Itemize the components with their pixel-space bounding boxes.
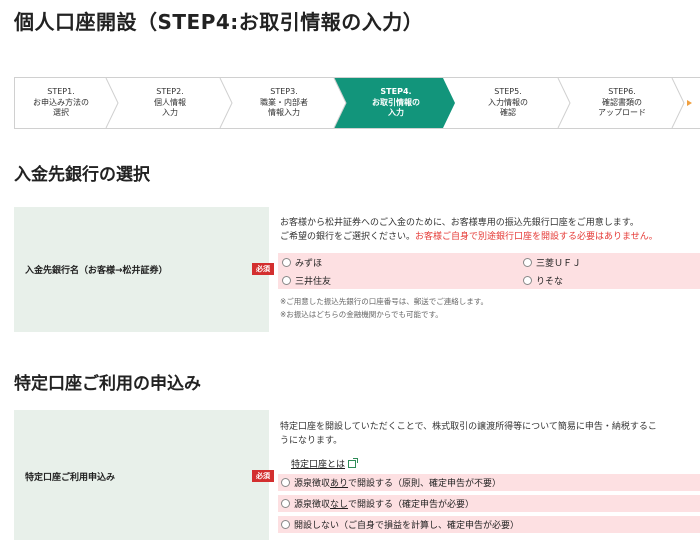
bank-desc-line1: お客様から松井証券へのご入金のために、お客様専用の振込先銀行口座をご用意します。 xyxy=(280,218,639,228)
bank-desc-line2: ご希望の銀行をご選択ください。お客様ご自身で別途銀行口座を開設する必要はありませ… xyxy=(280,230,658,244)
bank-option-label: 三菱ＵＦＪ xyxy=(536,259,582,269)
option-post: 開設しない（ご自身で損益を計算し、確定申告が必要） xyxy=(294,521,520,531)
bank-option-label: みずほ xyxy=(295,259,323,269)
tokutei-desc-line2: うになります。 xyxy=(280,436,343,446)
bank-label-cell: 入金先銀行名（お客様→松井証券） 必須 xyxy=(14,207,274,332)
bank-section-title: 入金先銀行の選択 xyxy=(14,165,150,185)
option-pre: 源泉徴収 xyxy=(294,500,331,510)
bank-description: お客様から松井証券へのご入金のために、お客様専用の振込先銀行口座をご用意します。… xyxy=(280,216,658,244)
tokutei-desc-line1: 特定口座を開設していただくことで、株式取引の譲渡所得等について簡易に申告・納税す… xyxy=(280,422,657,432)
radio-icon[interactable] xyxy=(523,276,532,285)
bank-field-label: 入金先銀行名（お客様→松井証券） xyxy=(25,266,168,276)
step-progress-bar: STEP1. お申込み方法の 選択 STEP2. 個人情報 入力 STEP3. … xyxy=(14,77,700,129)
radio-icon[interactable] xyxy=(282,276,291,285)
external-link-icon xyxy=(348,457,359,468)
step-4-active: STEP4. お取引情報の 入力 xyxy=(372,87,420,118)
tokutei-description: 特定口座を開設していただくことで、株式取引の譲渡所得等について簡易に申告・納税す… xyxy=(280,420,657,448)
page-title: 個人口座開設（STEP4:お取引情報の入力） xyxy=(14,10,424,34)
radio-icon[interactable] xyxy=(282,258,291,267)
tokutei-option-none[interactable]: 開設しない（ご自身で損益を計算し、確定申告が必要） xyxy=(278,516,700,533)
bank-option-resona[interactable]: りそな xyxy=(523,274,563,287)
radio-icon[interactable] xyxy=(281,499,290,508)
radio-icon[interactable] xyxy=(281,478,290,487)
bank-desc-line2-plain: ご希望の銀行をご選択ください。 xyxy=(280,232,416,242)
tokutei-option-withholding[interactable]: 源泉徴収 あり で開設する（原則、確定申告が不要） xyxy=(278,474,700,491)
bank-option-mizuho[interactable]: みずほ xyxy=(282,256,322,269)
tokutei-option-no-withholding[interactable]: 源泉徴収 なし で開設する（確定申告が必要） xyxy=(278,495,700,512)
radio-icon[interactable] xyxy=(281,520,290,529)
bank-option-label: りそな xyxy=(536,277,564,287)
bank-option-label: 三井住友 xyxy=(295,277,332,287)
step-separator xyxy=(219,78,233,128)
required-badge: 必須 xyxy=(252,263,274,275)
tokutei-link-label: 特定口座とは xyxy=(291,460,346,470)
option-underlined: なし xyxy=(330,500,349,510)
tokutei-label-cell: 特定口座ご利用申込み 必須 xyxy=(14,410,274,540)
tokutei-info-link[interactable]: 特定口座とは xyxy=(291,457,359,470)
step-separator xyxy=(557,78,571,128)
option-underlined: あり xyxy=(330,479,349,489)
bank-note-1: ※ご用意した振込先銀行の口座番号は、郵送でご連絡します。 xyxy=(280,297,489,306)
bank-desc-warning: お客様ご自身で別途銀行口座を開設する必要はありません。 xyxy=(415,232,658,242)
step-separator xyxy=(105,78,119,128)
step-2: STEP2. 個人情報 入力 xyxy=(154,87,186,118)
step-6: STEP6. 確認書類の アップロード xyxy=(598,87,646,118)
bank-note-2: ※お振込はどちらの金融機関からでも可能です。 xyxy=(280,310,443,319)
bank-options-grid: みずほ 三菱ＵＦＪ 三井住友 りそな xyxy=(278,253,700,289)
required-badge: 必須 xyxy=(252,470,274,482)
option-post: で開設する（原則、確定申告が不要） xyxy=(348,479,502,489)
radio-icon[interactable] xyxy=(523,258,532,267)
step-5: STEP5. 入力情報の 確認 xyxy=(488,87,528,118)
option-post: で開設する（確定申告が必要） xyxy=(348,500,475,510)
step-separator xyxy=(671,78,685,128)
next-step-arrow xyxy=(687,100,692,106)
step-3: STEP3. 職業・内部者 情報入力 xyxy=(260,87,308,118)
bank-option-smbc[interactable]: 三井住友 xyxy=(282,274,331,287)
bank-option-mufg[interactable]: 三菱ＵＦＪ xyxy=(523,256,581,269)
tokutei-section-title: 特定口座ご利用の申込み xyxy=(14,374,201,394)
step-1: STEP1. お申込み方法の 選択 xyxy=(33,87,89,118)
tokutei-field-label: 特定口座ご利用申込み xyxy=(25,473,116,483)
option-pre: 源泉徴収 xyxy=(294,479,331,489)
